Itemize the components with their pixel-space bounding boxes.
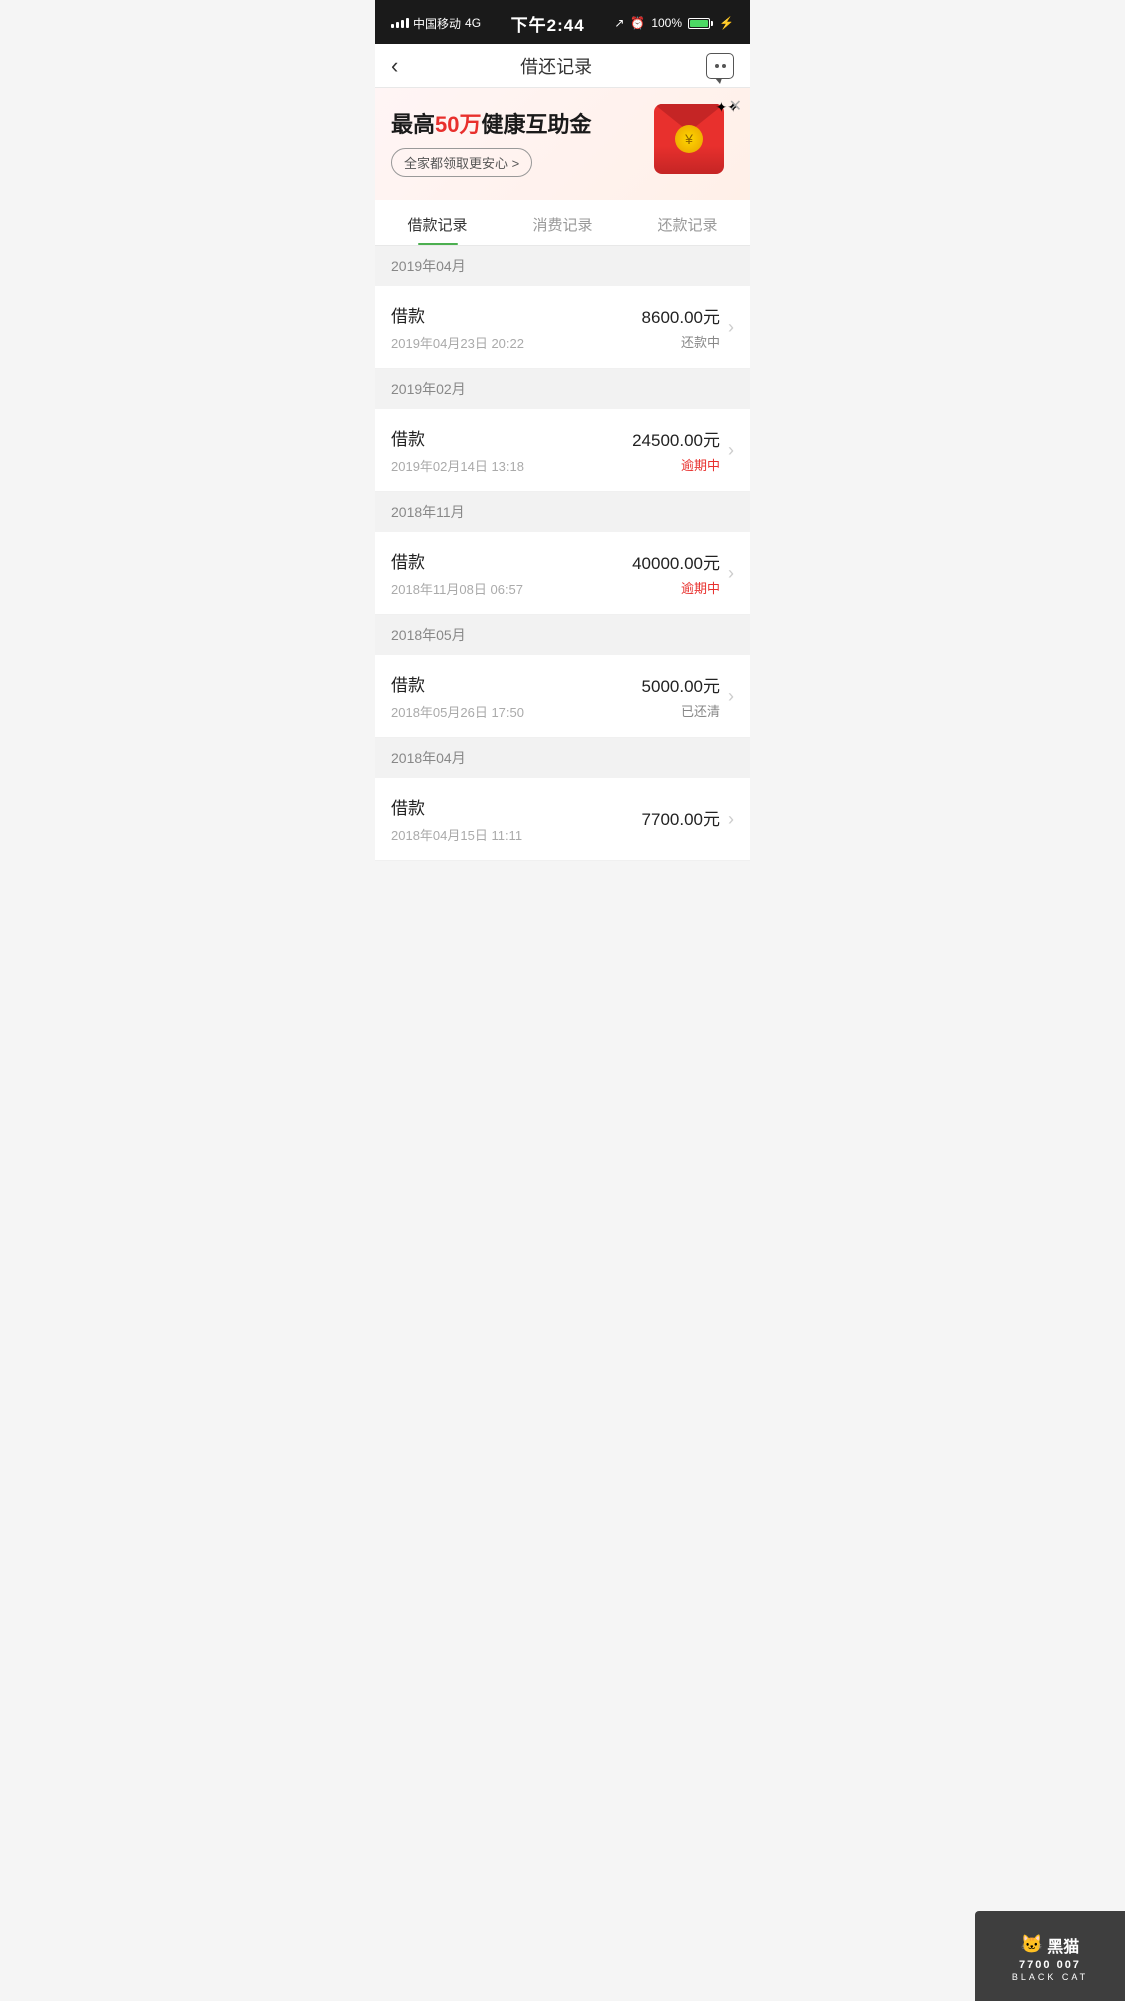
back-button[interactable]: ‹ xyxy=(391,49,406,83)
section-header-2018-04: 2018年04月 xyxy=(375,738,750,778)
record-date: 2018年11月08日 06:57 xyxy=(391,579,632,598)
record-right: 5000.00元 已还清 › xyxy=(642,672,734,721)
charging-icon: ⚡ xyxy=(719,16,734,30)
record-item-2018-04[interactable]: 借款 2018年04月15日 11:11 7700.00元 › xyxy=(375,778,750,861)
signal-bar-1 xyxy=(391,24,394,28)
record-date: 2018年04月15日 11:11 xyxy=(391,825,642,844)
banner-text: 最高50万健康互助金 全家都领取更安心 xyxy=(391,111,654,177)
record-type: 借款 xyxy=(391,302,642,327)
record-left: 借款 2018年04月15日 11:11 xyxy=(391,794,642,844)
section-header-2019-02: 2019年02月 xyxy=(375,369,750,409)
record-date: 2019年02月14日 13:18 xyxy=(391,456,632,475)
status-time: 下午2:44 xyxy=(511,11,585,36)
banner-title: 最高50万健康互助金 xyxy=(391,111,654,140)
record-amount: 24500.00元 xyxy=(632,426,720,451)
record-right: 40000.00元 逾期中 › xyxy=(632,549,734,598)
watermark: 🐱 黑猫 7700 007 BLACK CAT xyxy=(975,1911,1125,2001)
battery-body xyxy=(688,18,710,29)
record-item-2019-04[interactable]: 借款 2019年04月23日 20:22 8600.00元 还款中 › xyxy=(375,286,750,369)
signal-bar-2 xyxy=(396,22,399,28)
battery-percent: 100% xyxy=(651,16,682,30)
record-amount: 5000.00元 xyxy=(642,672,720,697)
record-left: 借款 2018年05月26日 17:50 xyxy=(391,671,642,721)
red-envelope-image: ¥ ✦✦ xyxy=(654,104,734,184)
tab-bar: 借款记录 消费记录 还款记录 xyxy=(375,200,750,246)
record-left: 借款 2018年11月08日 06:57 xyxy=(391,548,632,598)
section-header-2018-05: 2018年05月 xyxy=(375,615,750,655)
section-header-2018-11: 2018年11月 xyxy=(375,492,750,532)
battery-icon xyxy=(688,18,713,29)
watermark-number: 7700 007 xyxy=(1019,1959,1081,1971)
record-amount-block: 40000.00元 逾期中 xyxy=(632,549,720,598)
page-title: 借还记录 xyxy=(406,53,706,79)
page-content: 2019年04月 借款 2019年04月23日 20:22 8600.00元 还… xyxy=(375,246,750,951)
chevron-right-icon: › xyxy=(728,809,734,830)
status-right: ↗ ⏰ 100% ⚡ xyxy=(614,16,734,30)
chevron-right-icon: › xyxy=(728,440,734,461)
chat-dot-1 xyxy=(715,64,719,68)
battery-fill xyxy=(690,20,708,27)
watermark-brand: 黑猫 xyxy=(1047,1933,1079,1957)
record-item-2019-02[interactable]: 借款 2019年02月14日 13:18 24500.00元 逾期中 › xyxy=(375,409,750,492)
watermark-sub: BLACK CAT xyxy=(1012,1972,1088,1982)
banner-title-suffix: 健康互助金 xyxy=(482,112,592,137)
record-left: 借款 2019年04月23日 20:22 xyxy=(391,302,642,352)
section-header-2019-04: 2019年04月 xyxy=(375,246,750,286)
tab-loan-records[interactable]: 借款记录 xyxy=(375,200,500,245)
chevron-right-icon: › xyxy=(728,317,734,338)
record-status: 逾期中 xyxy=(681,581,720,596)
record-amount: 40000.00元 xyxy=(632,549,720,574)
record-type: 借款 xyxy=(391,671,642,696)
record-item-2018-11[interactable]: 借款 2018年11月08日 06:57 40000.00元 逾期中 › xyxy=(375,532,750,615)
record-status: 还款中 xyxy=(681,335,720,350)
record-amount-block: 24500.00元 逾期中 xyxy=(632,426,720,475)
chat-icon-button[interactable] xyxy=(706,53,734,79)
chat-dot-2 xyxy=(722,64,726,68)
record-left: 借款 2019年02月14日 13:18 xyxy=(391,425,632,475)
record-item-2018-05[interactable]: 借款 2018年05月26日 17:50 5000.00元 已还清 › xyxy=(375,655,750,738)
record-amount: 8600.00元 xyxy=(642,303,720,328)
network-type: 4G xyxy=(465,16,481,30)
signal-bar-4 xyxy=(406,18,409,28)
record-right: 8600.00元 还款中 › xyxy=(642,303,734,352)
record-type: 借款 xyxy=(391,425,632,450)
location-icon: ↗ xyxy=(614,16,624,30)
alarm-icon: ⏰ xyxy=(630,16,645,30)
record-amount: 7700.00元 xyxy=(642,805,720,830)
battery-tip xyxy=(711,21,713,26)
nav-bar: ‹ 借还记录 xyxy=(375,44,750,88)
banner-close-button[interactable]: ✕ xyxy=(729,96,742,116)
chat-dots xyxy=(715,64,726,68)
signal-bar-3 xyxy=(401,20,404,28)
tab-repayment-records[interactable]: 还款记录 xyxy=(625,200,750,245)
chevron-right-icon: › xyxy=(728,686,734,707)
record-right: 24500.00元 逾期中 › xyxy=(632,426,734,475)
record-date: 2018年05月26日 17:50 xyxy=(391,702,642,721)
record-status: 逾期中 xyxy=(681,458,720,473)
record-date: 2019年04月23日 20:22 xyxy=(391,333,642,352)
record-type: 借款 xyxy=(391,548,632,573)
chevron-right-icon: › xyxy=(728,563,734,584)
record-amount-block: 5000.00元 已还清 xyxy=(642,672,720,721)
banner-title-prefix: 最高 xyxy=(391,112,435,137)
carrier-label: 中国移动 xyxy=(413,15,461,32)
cat-icon: 🐱 xyxy=(1021,1934,1043,1955)
banner-cta-button[interactable]: 全家都领取更安心 xyxy=(391,148,532,177)
banner-title-highlight: 50万 xyxy=(435,112,481,137)
record-type: 借款 xyxy=(391,794,642,819)
envelope-body: ¥ xyxy=(654,104,724,174)
status-left: 中国移动 4G xyxy=(391,15,481,32)
record-right: 7700.00元 › xyxy=(642,805,734,834)
status-bar: 中国移动 4G 下午2:44 ↗ ⏰ 100% ⚡ xyxy=(375,0,750,44)
promotion-banner: 最高50万健康互助金 全家都领取更安心 ¥ ✦✦ ✕ xyxy=(375,88,750,200)
tab-consumption-records[interactable]: 消费记录 xyxy=(500,200,625,245)
watermark-logo: 🐱 黑猫 xyxy=(1021,1933,1079,1957)
envelope-coin: ¥ xyxy=(675,125,703,153)
record-amount-block: 8600.00元 还款中 xyxy=(642,303,720,352)
record-status: 已还清 xyxy=(681,704,720,719)
record-amount-block: 7700.00元 xyxy=(642,805,720,834)
signal-bars xyxy=(391,18,409,28)
